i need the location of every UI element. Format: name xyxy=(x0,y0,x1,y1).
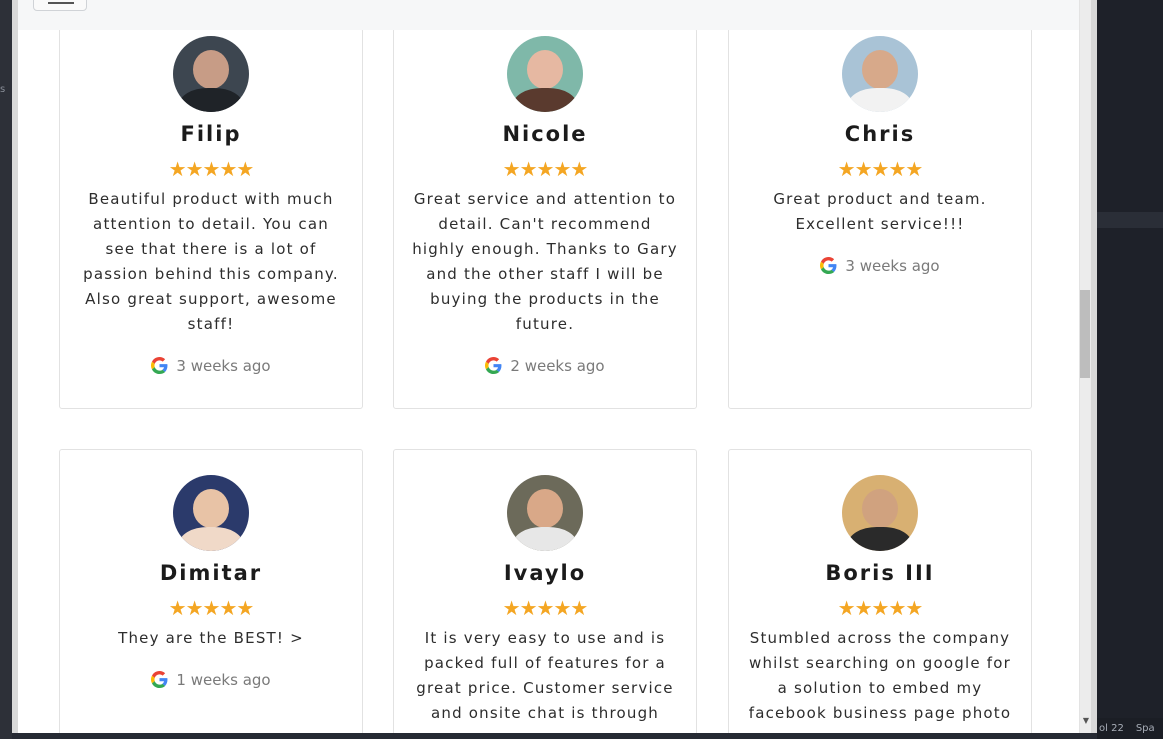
avatar-face xyxy=(526,49,564,90)
google-icon xyxy=(485,357,502,374)
star-rating: ★★★★★ xyxy=(168,596,255,620)
avatar-body xyxy=(513,87,577,112)
status-line-col[interactable]: ol 22 xyxy=(1099,723,1124,734)
page-header xyxy=(18,0,1079,30)
editor-status-bar: ol 22 Spa xyxy=(1097,718,1163,739)
google-icon xyxy=(151,357,168,374)
page-scrollbar[interactable]: ▼ xyxy=(1079,0,1091,733)
review-card: Dimitar ★★★★★ They are the BEST! > 1 wee… xyxy=(59,449,363,733)
review-time: 1 weeks ago xyxy=(176,671,271,689)
reviewer-name: Filip xyxy=(180,122,242,146)
review-card: Boris III ★★★★★ Stumbled across the comp… xyxy=(728,449,1032,733)
star-rating: ★★★★★ xyxy=(502,596,589,620)
editor-background-panel xyxy=(1097,0,1163,739)
review-text: It is very easy to use and is packed ful… xyxy=(416,629,674,722)
review-time: 3 weeks ago xyxy=(176,357,271,375)
reviewer-name: Boris III xyxy=(825,561,935,585)
review-meta: 2 weeks ago xyxy=(394,356,696,376)
star-rating: ★★★★★ xyxy=(837,596,924,620)
avatar-body xyxy=(179,526,243,551)
avatar-face xyxy=(861,49,899,90)
scrollbar-thumb[interactable] xyxy=(1080,290,1090,378)
review-time: 3 weeks ago xyxy=(845,257,940,275)
editor-tab-bar xyxy=(1097,212,1163,228)
editor-left-gutter xyxy=(0,0,12,739)
reviewer-name: Nicole xyxy=(502,122,588,146)
status-spaces[interactable]: Spa xyxy=(1136,723,1155,734)
reviewer-avatar xyxy=(842,36,918,112)
review-text: Great service and attention to detail. C… xyxy=(412,190,678,333)
avatar-body xyxy=(848,87,912,112)
avatar-face xyxy=(192,488,230,529)
reviewer-avatar xyxy=(842,475,918,551)
review-meta: 1 weeks ago xyxy=(60,670,362,690)
avatar-face xyxy=(526,488,564,529)
star-rating: ★★★★★ xyxy=(168,157,255,181)
review-meta: 3 weeks ago xyxy=(729,256,1031,276)
google-icon xyxy=(820,257,837,274)
star-rating: ★★★★★ xyxy=(502,157,589,181)
google-icon xyxy=(151,671,168,688)
hamburger-menu-button[interactable] xyxy=(33,0,87,11)
reviews-grid: Filip ★★★★★ Beautiful product with much … xyxy=(18,30,1079,733)
editor-gutter-mark: s xyxy=(0,84,6,95)
review-text: They are the BEST! > xyxy=(118,629,304,647)
reviewer-avatar xyxy=(173,36,249,112)
review-text: Beautiful product with much attention to… xyxy=(83,190,339,333)
reviewer-name: Chris xyxy=(844,122,916,146)
scroll-down-arrow-icon[interactable]: ▼ xyxy=(1083,716,1089,725)
review-card: Chris ★★★★★ Great product and team. Exce… xyxy=(728,30,1032,409)
avatar-body xyxy=(513,526,577,551)
review-text: Stumbled across the company whilst searc… xyxy=(748,629,1012,722)
avatar-face xyxy=(192,49,230,90)
reviewer-avatar xyxy=(507,475,583,551)
review-card: Filip ★★★★★ Beautiful product with much … xyxy=(59,30,363,409)
browser-window: Filip ★★★★★ Beautiful product with much … xyxy=(12,0,1097,733)
avatar-face xyxy=(861,488,899,529)
star-rating: ★★★★★ xyxy=(837,157,924,181)
review-meta: 3 weeks ago xyxy=(60,356,362,376)
reviewer-name: Dimitar xyxy=(159,561,263,585)
review-time: 2 weeks ago xyxy=(510,357,605,375)
reviewer-avatar xyxy=(507,36,583,112)
review-card: Ivaylo ★★★★★ It is very easy to use and … xyxy=(393,449,697,733)
review-card: Nicole ★★★★★ Great service and attention… xyxy=(393,30,697,409)
reviewer-name: Ivaylo xyxy=(503,561,587,585)
avatar-body xyxy=(179,87,243,112)
avatar-body xyxy=(848,526,912,551)
review-text: Great product and team. Excellent servic… xyxy=(773,190,987,233)
reviewer-avatar xyxy=(173,475,249,551)
